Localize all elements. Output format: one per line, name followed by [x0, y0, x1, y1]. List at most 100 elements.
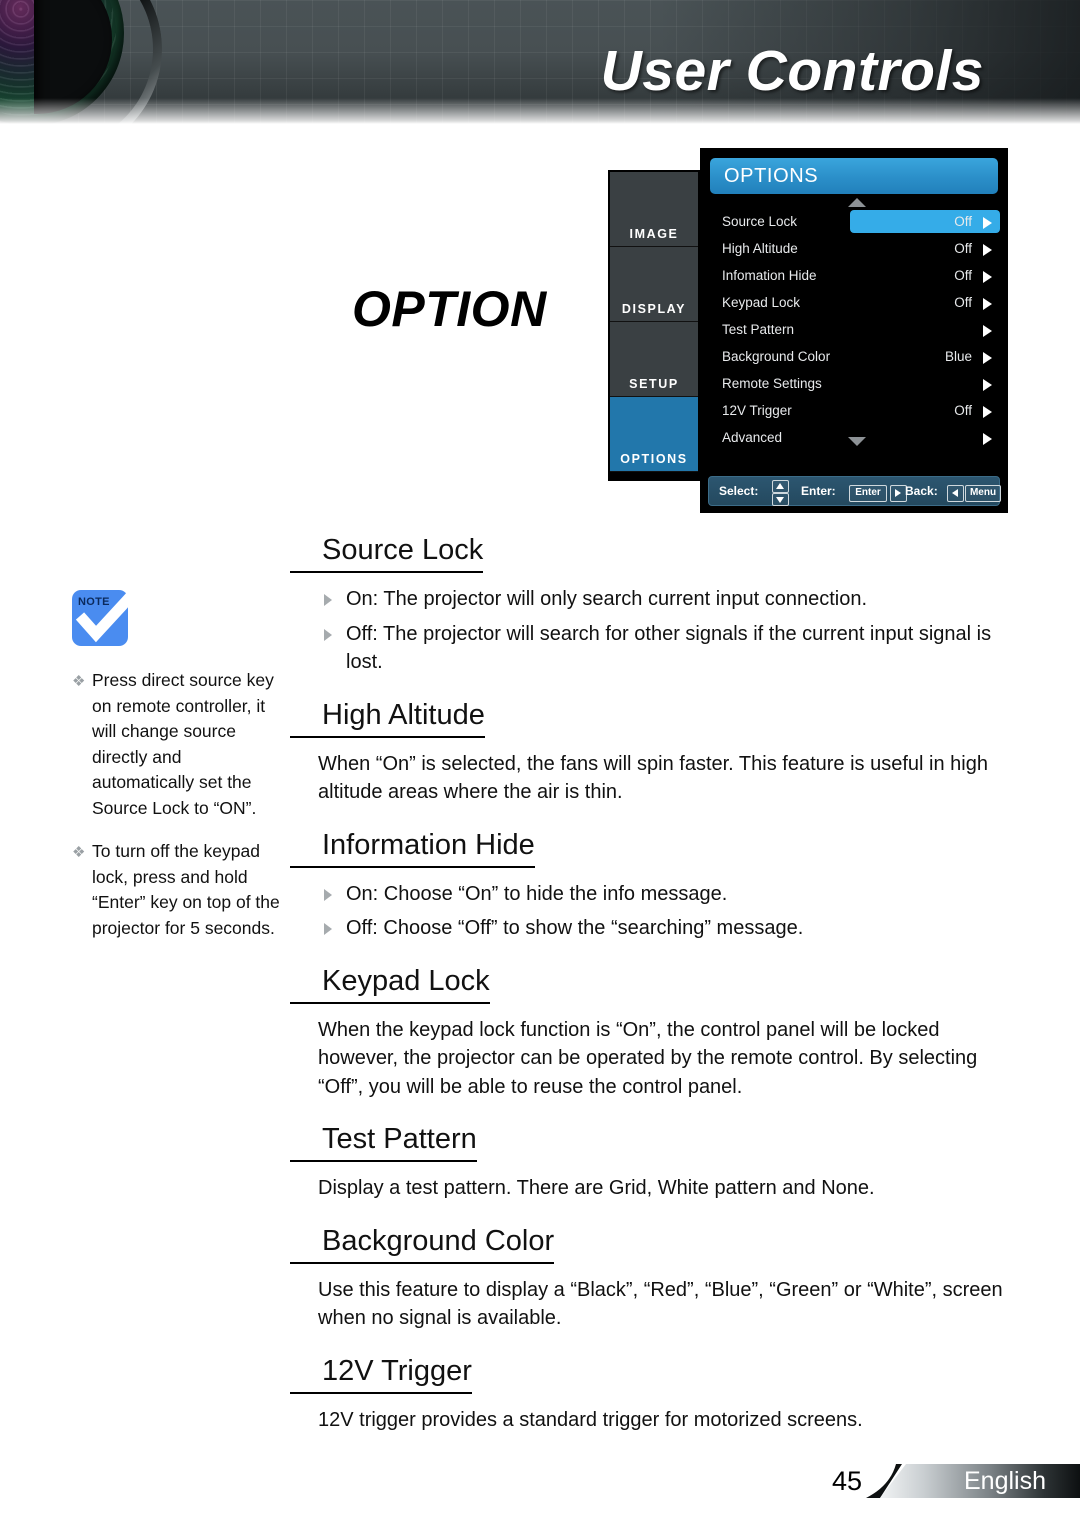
osd-tab-setup[interactable]: SETUP: [610, 322, 698, 397]
note-bullet-icon: ❖: [72, 844, 86, 861]
list-item: Off: The projector will search for other…: [318, 620, 1020, 677]
section-paragraph: Use this feature to display a “Black”, “…: [318, 1278, 1003, 1330]
chevron-right-icon: [983, 379, 992, 391]
chevron-right-icon: [983, 406, 992, 418]
nav-enter-label: Enter:: [801, 484, 836, 498]
osd-row-high-altitude[interactable]: High Altitude Off: [700, 235, 1008, 262]
section-heading: Information Hide: [290, 829, 535, 868]
osd-row-value: Off: [954, 403, 972, 418]
scroll-up-arrow-icon[interactable]: [848, 198, 866, 207]
note-item-text: To turn off the keypad lock, press and h…: [92, 841, 280, 938]
list-item-text: Off: Choose “Off” to show the “searching…: [346, 917, 804, 939]
osd-row-test-pattern[interactable]: Test Pattern: [700, 316, 1008, 343]
selection-highlight: [850, 210, 1000, 233]
section-bullet-list: On: Choose “On” to hide the info message…: [318, 880, 1020, 943]
list-item: On: Choose “On” to hide the info message…: [318, 880, 1020, 909]
section-heading: High Altitude: [290, 699, 485, 738]
osd-row-value: Blue: [944, 349, 972, 364]
osd-row-value: Off: [954, 214, 972, 229]
osd-row-value: Off: [954, 268, 972, 283]
osd-row-label: Background Color: [722, 349, 831, 364]
arrow-down-key-icon[interactable]: [772, 493, 789, 506]
section-keypad-lock: Keypad Lock When the keypad lock functio…: [290, 965, 1020, 1102]
main-content: Source Lock On: The projector will only …: [290, 534, 1020, 1456]
osd-row-label: Advanced: [722, 430, 783, 445]
list-item-text: Off: The projector will search for other…: [346, 622, 992, 674]
list-item: Off: Choose “Off” to show the “searching…: [318, 914, 1020, 943]
bullet-arrow-icon: [324, 888, 332, 901]
chevron-right-icon: [983, 352, 992, 364]
chevron-right-icon: [983, 433, 992, 445]
osd-row-remote-settings[interactable]: Remote Settings: [700, 370, 1008, 397]
osd-row-label: Test Pattern: [722, 322, 795, 337]
section-source-lock: Source Lock On: The projector will only …: [290, 534, 1020, 677]
osd-row-label: 12V Trigger: [722, 403, 792, 418]
menu-key-icon[interactable]: Menu: [965, 485, 1001, 502]
section-12v-trigger: 12V Trigger 12V trigger provides a stand…: [290, 1355, 1020, 1435]
osd-row-list: Source Lock Off High Altitude Off Infoma…: [700, 208, 1008, 451]
osd-panel-header: OPTIONS: [710, 158, 998, 194]
section-paragraph: When the keypad lock function is “On”, t…: [318, 1018, 978, 1098]
osd-row-value: Off: [954, 241, 972, 256]
osd-tab-image[interactable]: IMAGE: [610, 172, 698, 247]
bullet-arrow-icon: [324, 923, 332, 935]
osd-panel: OPTIONS Source Lock Off High Altitude Of…: [700, 148, 1008, 513]
osd-tab-label: OPTIONS: [620, 452, 688, 466]
section-bullet-list: On: The projector will only search curre…: [318, 585, 1020, 677]
osd-row-12v-trigger[interactable]: 12V Trigger Off: [700, 397, 1008, 424]
note-bullet-icon: ❖: [72, 673, 86, 690]
osd-tab-display[interactable]: DISPLAY: [610, 247, 698, 322]
osd-row-background-color[interactable]: Background Color Blue: [700, 343, 1008, 370]
osd-menu-screenshot: IMAGE DISPLAY SETUP OPTIONS OPTIONS Sour…: [608, 148, 1008, 513]
note-item-text: Press direct source key on remote contro…: [92, 670, 274, 818]
nav-select-label: Select:: [719, 484, 759, 498]
osd-tab-strip: IMAGE DISPLAY SETUP OPTIONS: [608, 170, 700, 481]
osd-row-keypad-lock[interactable]: Keypad Lock Off: [700, 289, 1008, 316]
bullet-arrow-icon: [324, 628, 332, 641]
osd-row-label: Infomation Hide: [722, 268, 817, 283]
section-test-pattern: Test Pattern Display a test pattern. The…: [290, 1123, 1020, 1203]
osd-tab-options[interactable]: OPTIONS: [610, 397, 698, 472]
osd-row-information-hide[interactable]: Infomation Hide Off: [700, 262, 1008, 289]
section-paragraph: Display a test pattern. There are Grid, …: [318, 1177, 875, 1199]
enter-key-icon[interactable]: Enter: [849, 485, 887, 502]
footer-language-label: English: [964, 1467, 1046, 1495]
section-high-altitude: High Altitude When “On” is selected, the…: [290, 699, 1020, 807]
section-paragraph: 12V trigger provides a standard trigger …: [318, 1408, 863, 1431]
osd-row-source-lock[interactable]: Source Lock Off: [700, 208, 1008, 235]
osd-row-label: Remote Settings: [722, 376, 822, 391]
osd-tab-label: IMAGE: [629, 227, 679, 241]
scroll-down-arrow-icon[interactable]: [848, 437, 866, 446]
section-heading: Background Color: [290, 1225, 555, 1264]
osd-row-value: Off: [954, 295, 972, 310]
page-header-banner: User Controls: [0, 0, 1080, 124]
chevron-right-icon: [983, 298, 992, 310]
osd-row-label: Source Lock: [722, 214, 798, 229]
section-heading: 12V Trigger: [290, 1355, 472, 1394]
arrow-up-key-icon[interactable]: [772, 480, 789, 493]
section-title: OPTION: [352, 281, 547, 337]
page-title: User Controls: [600, 39, 984, 103]
bullet-arrow-icon: [324, 594, 332, 606]
chevron-right-icon: [983, 325, 992, 337]
note-item: ❖ Press direct source key on remote cont…: [72, 668, 284, 821]
header-bottom-fade: [0, 98, 1080, 124]
section-heading: Keypad Lock: [290, 965, 490, 1004]
note-item: ❖ To turn off the keypad lock, press and…: [72, 839, 284, 941]
list-item-text: On: The projector will only search curre…: [346, 588, 868, 610]
osd-row-label: Keypad Lock: [722, 295, 801, 310]
note-icon: NOTE: [72, 582, 146, 650]
arrow-left-key-icon[interactable]: [947, 485, 964, 502]
section-information-hide: Information Hide On: Choose “On” to hide…: [290, 829, 1020, 943]
chevron-right-icon: [983, 244, 992, 256]
section-heading: Source Lock: [290, 534, 484, 573]
nav-back-label: Back:: [905, 484, 938, 498]
osd-tab-label: DISPLAY: [621, 302, 687, 316]
chevron-right-icon: [983, 217, 992, 229]
note-list: ❖ Press direct source key on remote cont…: [72, 668, 284, 959]
chevron-right-icon: [983, 271, 992, 283]
section-paragraph: When “On” is selected, the fans will spi…: [318, 752, 988, 804]
section-heading: Test Pattern: [290, 1123, 477, 1162]
list-item: On: The projector will only search curre…: [318, 585, 1020, 614]
osd-tab-label: SETUP: [629, 377, 679, 391]
